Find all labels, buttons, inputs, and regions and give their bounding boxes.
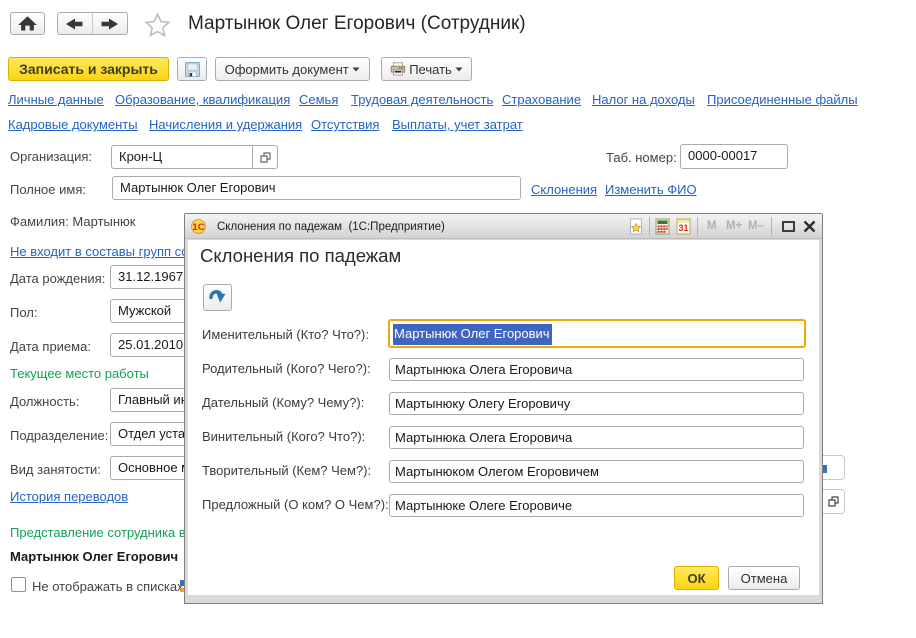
svg-text:1С: 1С <box>192 222 204 233</box>
svg-text:31: 31 <box>678 223 688 233</box>
